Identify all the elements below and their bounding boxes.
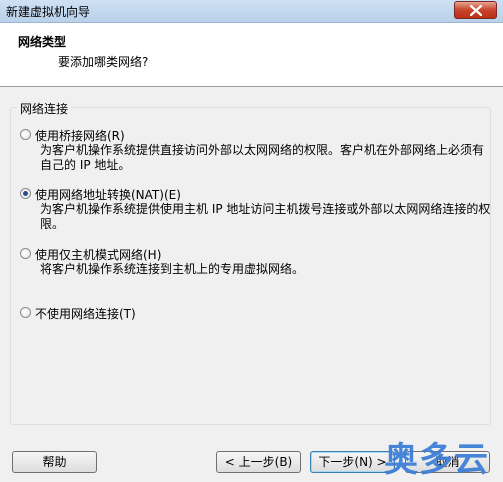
radio-nat[interactable] [20, 188, 31, 199]
help-button[interactable]: 帮助 [12, 451, 97, 473]
group-legend: 网络连接 [17, 100, 72, 117]
radio-no-network[interactable] [20, 307, 31, 318]
page-title: 网络类型 [18, 35, 67, 49]
watermark-logo: 奥多云 [384, 440, 489, 480]
radio-bridged[interactable] [20, 129, 31, 140]
close-button[interactable] [454, 1, 497, 19]
option-bridged-description: 为客户机操作系统提供直接访问外部以太网网络的权限。客户机在外部网络上必须有自己的… [40, 143, 485, 172]
new-vm-wizard-window: 新建虚拟机向导 网络类型 要添加哪类网络? 网络连接 使用桥接网络(R) 为客户… [0, 0, 503, 482]
option-nat-label[interactable]: 使用网络地址转换(NAT)(E) [35, 186, 181, 203]
back-button[interactable]: < 上一步(B) [216, 451, 301, 473]
option-nat-description: 为客户机操作系统提供使用主机 IP 地址访问主机拨号连接或外部以太网网络连接的权… [40, 202, 491, 231]
radio-host-only[interactable] [20, 248, 31, 259]
option-bridged-label[interactable]: 使用桥接网络(R) [35, 127, 125, 144]
next-button[interactable]: 下一步(N) > [310, 451, 395, 473]
wizard-header: 网络类型 要添加哪类网络? [0, 23, 503, 87]
title-bar: 新建虚拟机向导 [0, 0, 503, 23]
option-host-only-description: 将客户机操作系统连接到主机上的专用虚拟网络。 [40, 262, 305, 276]
window-title: 新建虚拟机向导 [6, 5, 91, 19]
option-no-network-label[interactable]: 不使用网络连接(T) [35, 305, 136, 322]
close-icon [470, 5, 482, 16]
option-host-only-label[interactable]: 使用仅主机模式网络(H) [35, 246, 161, 263]
page-subtitle: 要添加哪类网络? [58, 55, 149, 69]
